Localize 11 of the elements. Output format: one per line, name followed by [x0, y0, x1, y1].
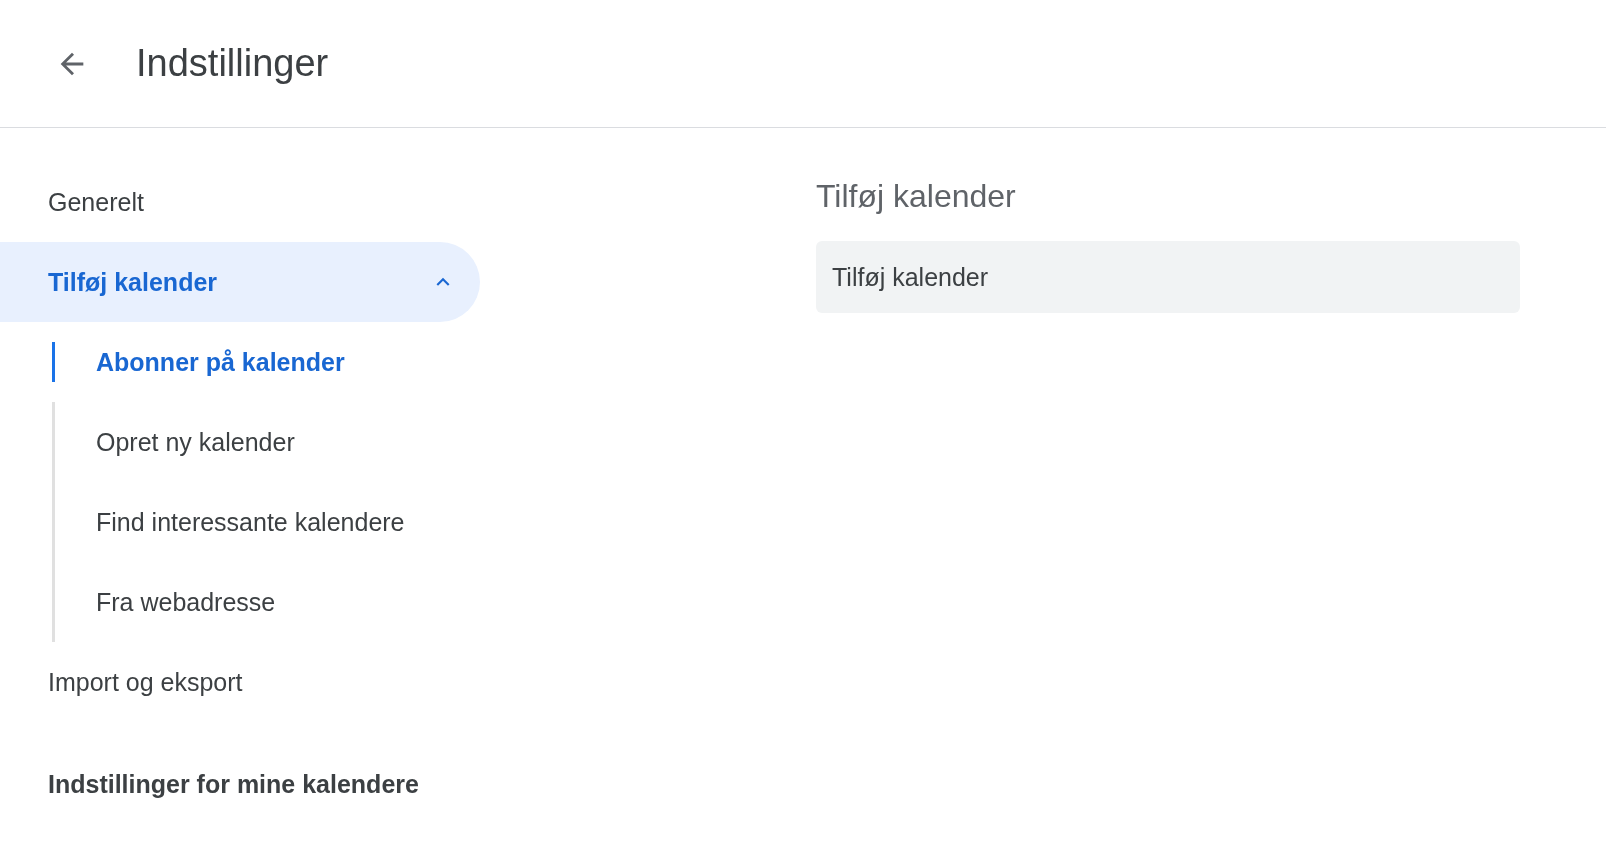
- sidebar-item[interactable]: Tilføj kalender: [0, 242, 480, 322]
- sidebar-subitem[interactable]: Find interessante kalendere: [52, 482, 480, 562]
- sidebar-subitem[interactable]: Abonner på kalender: [52, 342, 480, 382]
- sidebar-subitem[interactable]: Opret ny kalender: [52, 402, 480, 482]
- input-field[interactable]: Tilføj kalender: [816, 241, 1520, 313]
- sidebar-item[interactable]: Generelt: [0, 162, 480, 242]
- page-title: Indstillinger: [136, 42, 329, 85]
- sidebar-item[interactable]: Import og eksport: [0, 642, 480, 722]
- sidebar-subitem[interactable]: Fra webadresse: [52, 562, 480, 642]
- section-title: Tilføj kalender: [816, 178, 1017, 215]
- section-heading: Indstillinger for mine kalendere: [48, 770, 420, 799]
